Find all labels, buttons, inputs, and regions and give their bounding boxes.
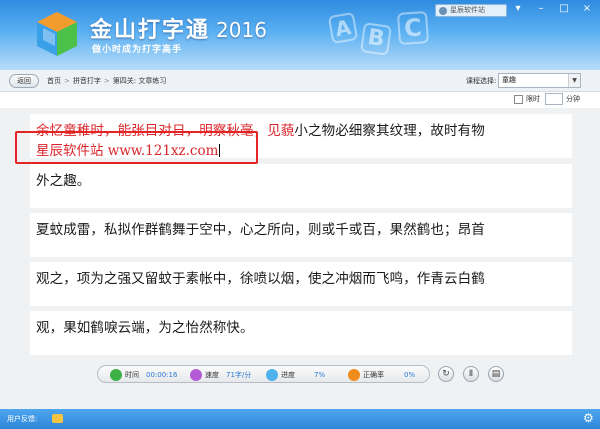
gear-icon[interactable]: ⚙ xyxy=(583,411,594,426)
speed-icon xyxy=(190,369,202,381)
course-select[interactable]: 童趣 ▼ xyxy=(498,73,581,88)
minimize-button[interactable]: – xyxy=(535,4,547,15)
restart-button[interactable]: ↻ xyxy=(438,366,454,382)
progress-value: 7% xyxy=(314,371,326,379)
feedback-icon[interactable] xyxy=(52,414,63,423)
user-name: 星辰软件站 xyxy=(450,6,485,14)
chevron-down-icon: ▼ xyxy=(568,74,580,87)
original-text: 观，果如鹤唳云端，为之怡然称快。 xyxy=(36,320,254,336)
feedback-label: 用户反馈: xyxy=(7,415,38,423)
speed-stat: 速度 71字/分 xyxy=(190,369,260,381)
user-icon xyxy=(439,7,447,15)
close-button[interactable]: × xyxy=(581,4,593,15)
accuracy-value: 0% xyxy=(404,371,416,379)
progress-stat: 进度 7% xyxy=(266,369,336,381)
app-title: 金山打字通 2016 xyxy=(90,18,267,43)
app-header: 金山打字通 2016 做小时成为打字高手 A B C 星辰软件站 ▾ – □ × xyxy=(0,0,600,70)
timer-row: 限时 分钟 xyxy=(0,93,600,107)
breadcrumb-pinyin[interactable]: 拼音打字 xyxy=(73,77,101,85)
highlight-box xyxy=(15,131,258,164)
clock-icon xyxy=(110,369,122,381)
status-bar: 用户反馈: ⚙ xyxy=(0,409,600,429)
timer-checkbox[interactable] xyxy=(514,95,523,104)
stats-bar: 时间 00:00:16 速度 71字/分 进度 7% 正确率 0% ↻ Ⅱ ▤ xyxy=(0,357,600,409)
timer-minutes-input[interactable] xyxy=(545,93,563,105)
original-text: 外之趣。 xyxy=(36,173,91,189)
pause-button[interactable]: Ⅱ xyxy=(463,366,479,382)
breadcrumb-home[interactable]: 首页 xyxy=(47,77,61,85)
original-text: 观之，项为之强又留蚊于素帐中，徐喷以烟，使之冲烟而飞鸣，作青云白鹤 xyxy=(36,271,485,287)
user-account-button[interactable]: 星辰软件站 xyxy=(435,4,507,17)
practice-line[interactable]: 外之趣。 xyxy=(30,164,572,208)
deco-letter-a: A xyxy=(327,11,359,45)
speed-value: 71字/分 xyxy=(226,371,252,379)
time-stat: 时间 00:00:16 xyxy=(110,369,180,381)
accuracy-icon xyxy=(348,369,360,381)
time-value: 00:00:16 xyxy=(146,371,178,379)
course-label: 课程选择: xyxy=(466,77,497,85)
course-selected-value: 童趣 xyxy=(502,76,516,84)
breadcrumb-bar: 返回 首页 > 拼音打字 > 第四关: 文章练习 课程选择: 童趣 ▼ xyxy=(0,70,600,92)
timer-unit: 分钟 xyxy=(566,95,580,103)
timer-label: 限时 xyxy=(526,95,540,103)
logo-icon xyxy=(37,12,77,56)
breadcrumb-separator: > xyxy=(103,77,110,85)
breadcrumb: 首页 > 拼音打字 > 第四关: 文章练习 xyxy=(47,75,166,87)
breadcrumb-separator: > xyxy=(64,77,70,85)
accuracy-stat: 正确率 0% xyxy=(348,369,423,381)
deco-letter-c: C xyxy=(396,10,430,46)
stats-panel: 时间 00:00:16 速度 71字/分 进度 7% 正确率 0% xyxy=(97,365,430,383)
back-button[interactable]: 返回 xyxy=(9,74,39,88)
practice-line[interactable]: 夏蚊成雷，私拟作群鹤舞于空中，心之所向，则或千或百，果然鹤也；昂首 xyxy=(30,213,572,257)
menu-dropdown-button[interactable]: ▾ xyxy=(512,4,524,15)
breadcrumb-current: 第四关: 文章练习 xyxy=(112,77,167,85)
practice-line[interactable]: 观，果如鹤唳云端，为之怡然称快。 xyxy=(30,311,572,355)
app-slogan: 做小时成为打字高手 xyxy=(92,45,183,55)
original-text: 夏蚊成雷，私拟作群鹤舞于空中，心之所向，则或千或百，果然鹤也；昂首 xyxy=(36,222,485,238)
test-mode-button[interactable]: ▤ xyxy=(488,366,504,382)
remaining-text: 小之物必细察其纹理，故时有物 xyxy=(294,123,485,139)
deco-letter-b: B xyxy=(360,22,392,56)
practice-line[interactable]: 观之，项为之强又留蚊于素帐中，徐喷以烟，使之冲烟而飞鸣，作青云白鹤 xyxy=(30,262,572,306)
progress-icon xyxy=(266,369,278,381)
maximize-button[interactable]: □ xyxy=(558,4,570,15)
